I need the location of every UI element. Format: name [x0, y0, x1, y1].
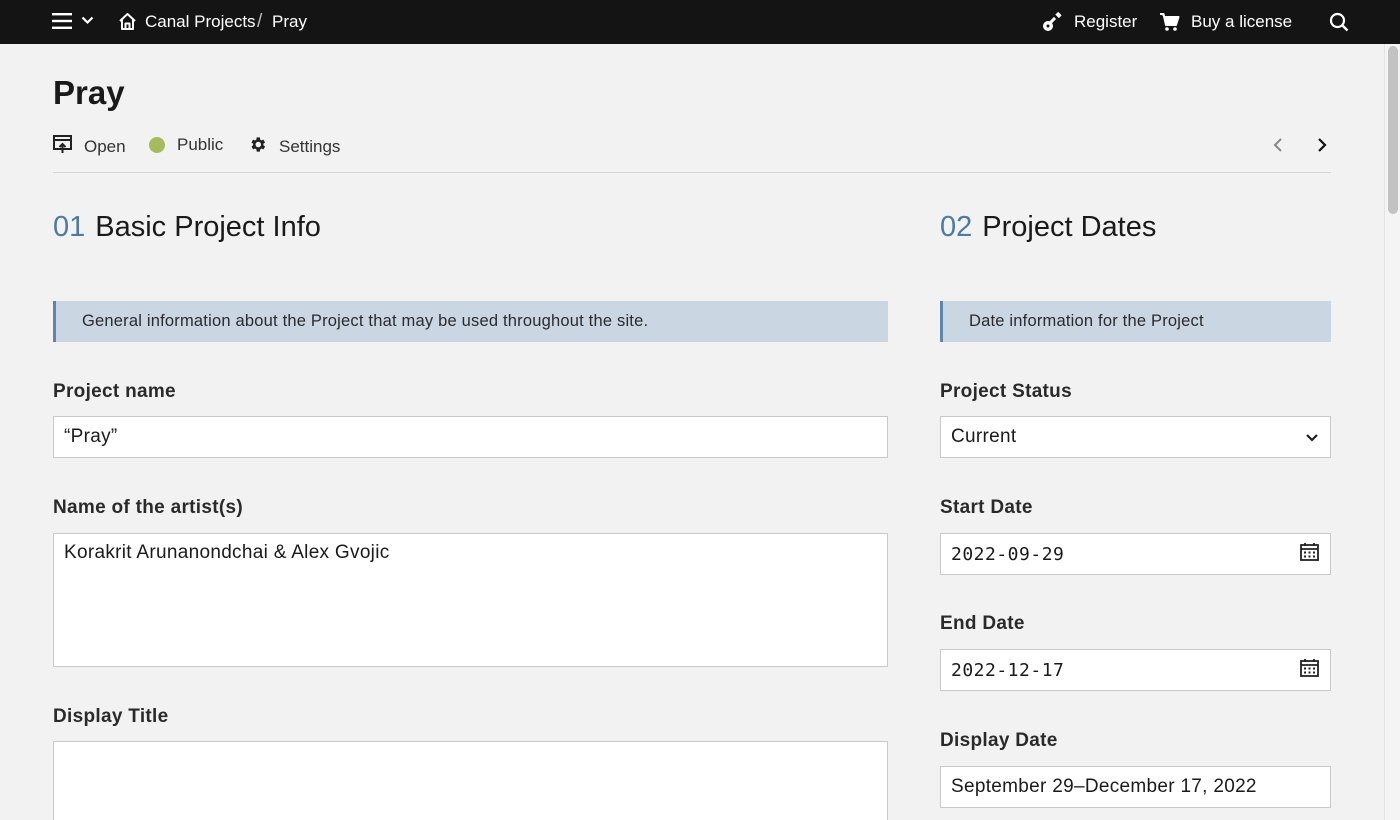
start-date-input[interactable]: 2022-09-29	[940, 533, 1331, 575]
open-preview-icon	[53, 135, 72, 159]
display-title-label: Display Title	[53, 706, 169, 727]
next-item-button[interactable]	[1316, 137, 1328, 158]
display-date-label: Display Date	[940, 730, 1058, 751]
project-name-value: “Pray”	[64, 426, 118, 447]
section-number: 02	[940, 211, 973, 243]
register-link[interactable]: Register	[1074, 12, 1137, 32]
section-title: Project Dates	[982, 211, 1157, 243]
page-scrollbar[interactable]	[1384, 44, 1400, 820]
calendar-icon[interactable]	[1300, 542, 1319, 566]
toolbar-divider	[53, 172, 1331, 173]
artist-name-label: Name of the artist(s)	[53, 497, 244, 518]
section-title: Basic Project Info	[95, 211, 321, 243]
project-status-select[interactable]: Current	[940, 416, 1331, 458]
public-status-dot	[149, 137, 165, 153]
project-name-input[interactable]: “Pray”	[53, 416, 888, 458]
calendar-icon[interactable]	[1300, 658, 1319, 682]
start-date-label: Start Date	[940, 497, 1033, 518]
gear-icon	[248, 135, 267, 159]
previous-item-button[interactable]	[1272, 137, 1284, 158]
hamburger-menu-icon[interactable]	[52, 12, 72, 30]
artist-name-textarea[interactable]: Korakrit Arunanondchai & Alex Gvojic	[53, 533, 888, 667]
display-date-value: September 29–December 17, 2022	[951, 776, 1257, 797]
end-date-label: End Date	[940, 613, 1025, 634]
project-name-label: Project name	[53, 381, 176, 402]
chevron-down-icon[interactable]	[81, 16, 94, 25]
end-date-value: 2022-12-17	[951, 659, 1065, 681]
public-label: Public	[177, 135, 224, 154]
display-title-textarea[interactable]	[53, 741, 888, 820]
section-description-banner: General information about the Project th…	[53, 301, 888, 342]
settings-label: Settings	[279, 137, 341, 156]
open-label: Open	[84, 137, 126, 156]
display-date-input[interactable]: September 29–December 17, 2022	[940, 766, 1331, 808]
search-icon[interactable]	[1329, 12, 1349, 32]
chevron-down-icon	[1305, 426, 1319, 448]
end-date-input[interactable]: 2022-12-17	[940, 649, 1331, 691]
cart-icon[interactable]	[1159, 12, 1180, 32]
artist-name-value: Korakrit Arunanondchai & Alex Gvojic	[64, 542, 390, 563]
scrollbar-thumb[interactable]	[1388, 46, 1398, 214]
guitar-icon[interactable]	[1042, 12, 1062, 32]
project-status-label: Project Status	[940, 381, 1072, 402]
page-title: Pray	[53, 74, 125, 111]
top-nav-bar: Canal Projects / Pray Register Buy a lic…	[0, 0, 1400, 44]
buy-license-link[interactable]: Buy a license	[1191, 12, 1292, 32]
start-date-value: 2022-09-29	[951, 543, 1065, 565]
visibility-public-action[interactable]: Public	[149, 135, 223, 155]
breadcrumb-current[interactable]: Pray	[272, 12, 307, 32]
section-heading-project-dates: 02 Project Dates	[940, 211, 1156, 244]
chevron-right-icon	[1316, 137, 1328, 158]
section-description-banner: Date information for the Project	[940, 301, 1331, 342]
project-status-value: Current	[951, 426, 1017, 447]
section-heading-basic-info: 01 Basic Project Info	[53, 211, 321, 244]
breadcrumb-separator: /	[257, 11, 263, 32]
home-icon[interactable]	[118, 12, 137, 31]
chevron-left-icon	[1272, 137, 1284, 158]
settings-action[interactable]: Settings	[248, 135, 340, 159]
breadcrumb-root-link[interactable]: Canal Projects	[145, 12, 256, 32]
open-action[interactable]: Open	[53, 135, 126, 159]
section-number: 01	[53, 211, 86, 243]
